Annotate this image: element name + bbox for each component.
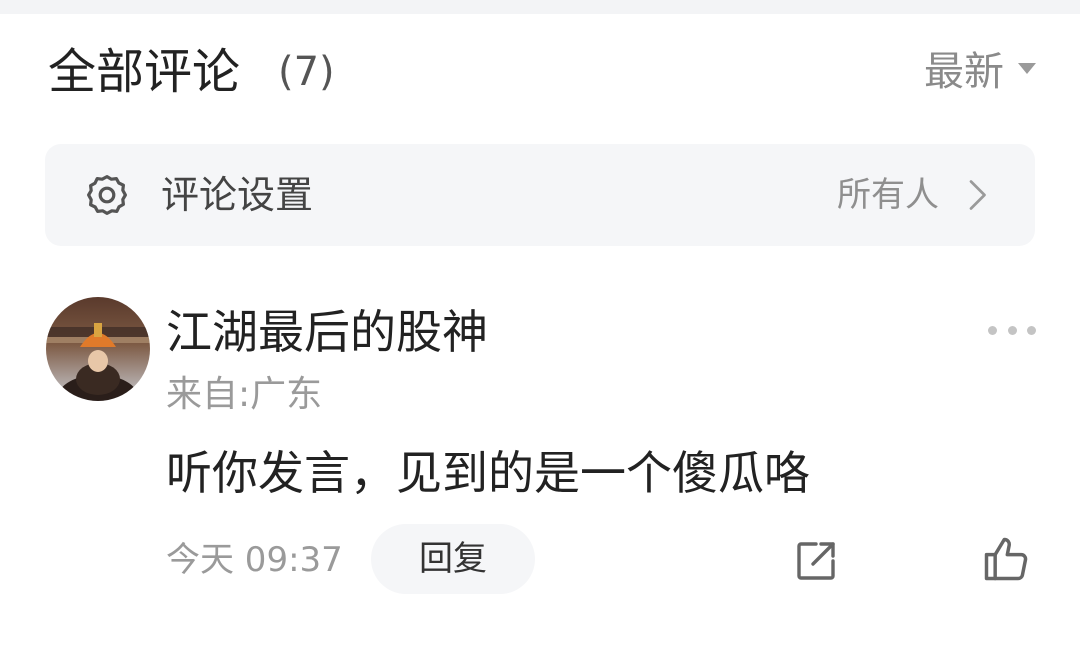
- sort-label: 最新: [924, 49, 1004, 95]
- more-dot: [988, 325, 997, 335]
- more-dot: [1007, 325, 1017, 335]
- comment-settings-label: 评论设置: [161, 173, 314, 217]
- more-dots-icon[interactable]: [988, 318, 1036, 342]
- avatar[interactable]: [46, 297, 150, 401]
- top-divider: [0, 0, 1080, 14]
- comments-title: 全部评论: [48, 44, 241, 100]
- comment-settings-row[interactable]: 评论设置 所有人: [45, 144, 1035, 246]
- comment-location: 来自:广东: [166, 374, 323, 415]
- chevron-right-icon: [969, 180, 986, 210]
- comment-text: 听你发言，见到的是一个傻瓜咯: [166, 446, 810, 500]
- caret-down-icon: [1018, 62, 1036, 74]
- comment-time: 今天 09:37: [166, 540, 343, 580]
- sort-dropdown[interactable]: 最新: [924, 38, 1036, 98]
- comment-section: 全部评论 (7) 最新 评论设置 所有人 江湖最后的股神 来自:广东 听你发言，…: [0, 0, 1080, 647]
- thumbs-up-icon[interactable]: [980, 533, 1032, 585]
- avatar-image: [46, 297, 150, 401]
- more-dot: [1027, 325, 1036, 335]
- comment-settings-value: 所有人: [837, 175, 939, 215]
- share-icon[interactable]: [792, 537, 840, 585]
- comments-count: (7): [278, 49, 335, 95]
- gear-icon: [87, 175, 127, 215]
- reply-button[interactable]: 回复: [371, 524, 535, 594]
- comment-username[interactable]: 江湖最后的股神: [166, 300, 488, 364]
